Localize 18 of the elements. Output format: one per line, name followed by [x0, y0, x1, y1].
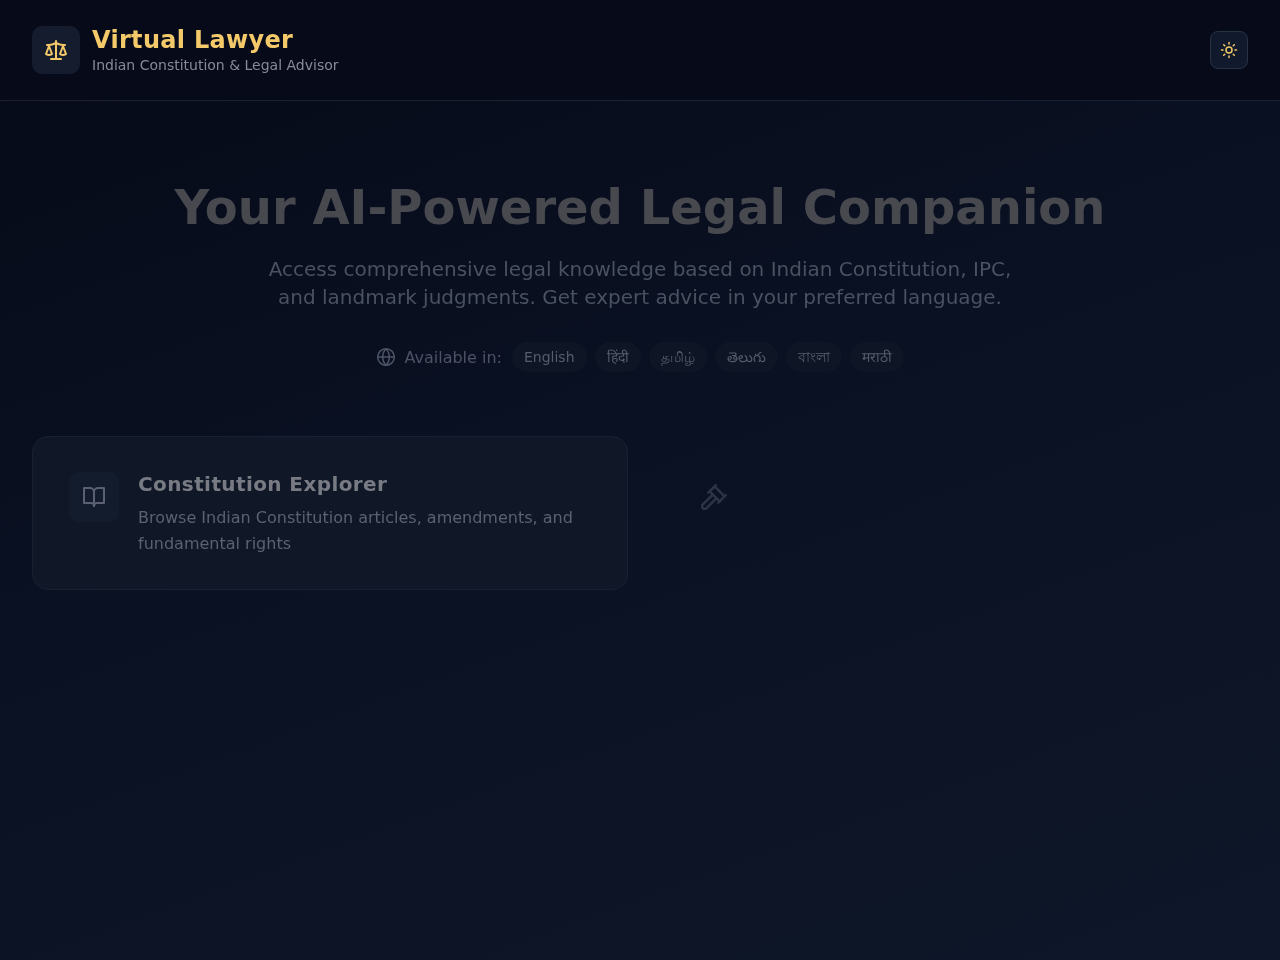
hero-heading: Your AI-Powered Legal Companion — [174, 179, 1106, 235]
scales-icon — [32, 26, 80, 74]
feature-card[interactable]: Constitution Explorer Browse Indian Constitution articles, amendments, and fundamental rights — [32, 436, 628, 590]
feature-title: Constitution Explorer — [138, 471, 389, 498]
languages-label: Available in: — [404, 347, 502, 367]
globe-icon — [376, 347, 397, 367]
hero-description: Access comprehensive legal knowledge based on Indian Constitution, IPC, and landmark judgments. Get expert advice in your preferred language. — [267, 256, 1013, 311]
language-chip[interactable]: বাংলা — [785, 342, 842, 372]
sun-icon — [1220, 41, 1238, 59]
language-chip[interactable]: English — [511, 342, 587, 372]
app-subtitle: Indian Constitution & Legal Advisor — [92, 55, 339, 75]
theme-toggle-button[interactable] — [1210, 31, 1248, 69]
feature-description: Browse Indian Constitution articles, amendments, and fundamental rights — [138, 507, 574, 555]
app-title: Virtual Lawyer — [92, 25, 295, 54]
language-chip[interactable]: मराठी — [849, 342, 904, 372]
language-chip[interactable]: தமிழ் — [648, 342, 707, 372]
language-chip[interactable]: हिंदी — [594, 342, 641, 372]
language-chip[interactable]: తెలుగు — [714, 342, 778, 372]
